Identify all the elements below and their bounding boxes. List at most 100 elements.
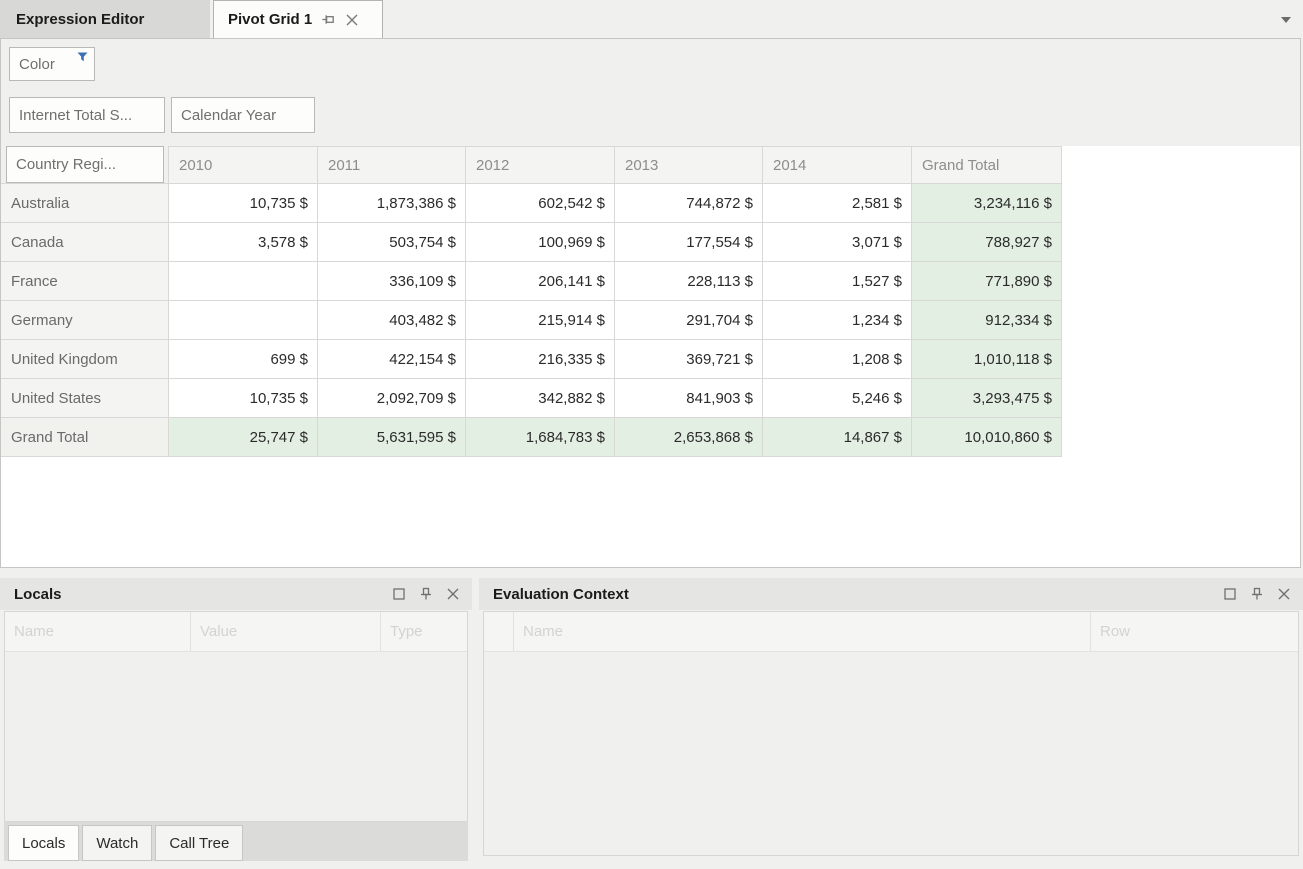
pivot-data-cell[interactable]: 228,113 $ <box>615 262 763 301</box>
tab-label: Expression Editor <box>16 11 144 28</box>
tab-call-tree[interactable]: Call Tree <box>155 825 243 861</box>
pivot-data-cell[interactable]: 100,969 $ <box>466 223 615 262</box>
pivot-row-header[interactable]: United Kingdom <box>1 340 169 379</box>
evaluation-context-panel: Evaluation Context Name Row <box>479 578 1303 860</box>
pivot-data-cell[interactable]: 1,873,386 $ <box>318 184 466 223</box>
pivot-table: Country Regi...20102011201220132014Grand… <box>1 146 1062 457</box>
pivot-data-cell[interactable]: 1,527 $ <box>763 262 912 301</box>
locals-grid: Name Value Type <box>4 611 468 822</box>
pivot-data-cell[interactable]: 336,109 $ <box>318 262 466 301</box>
maximize-icon[interactable] <box>1223 587 1237 601</box>
pivot-data-cell[interactable]: 912,334 $ <box>912 301 1062 340</box>
column-header-name[interactable]: Name <box>514 612 1091 651</box>
tab-expression-editor[interactable]: Expression Editor <box>0 0 210 38</box>
evaluation-context-grid-header: Name Row <box>484 612 1298 652</box>
column-field-button-calendar-year[interactable]: Calendar Year <box>171 97 315 133</box>
pivot-data-cell[interactable] <box>169 262 318 301</box>
row-field-button-country-region[interactable]: Country Regi... <box>6 146 164 183</box>
close-icon[interactable] <box>446 587 460 601</box>
tab-locals[interactable]: Locals <box>8 825 79 861</box>
pivot-data-cell[interactable]: 216,335 $ <box>466 340 615 379</box>
evaluation-context-grid: Name Row <box>483 611 1299 856</box>
pivot-data-cell[interactable]: 206,141 $ <box>466 262 615 301</box>
column-header-value[interactable]: Value <box>191 612 381 651</box>
pin-icon[interactable] <box>321 12 336 27</box>
evaluation-context-titlebar: Evaluation Context <box>479 578 1303 610</box>
pivot-column-header[interactable]: Grand Total <box>912 146 1062 184</box>
pivot-column-header[interactable]: 2011 <box>318 146 466 184</box>
field-label: Internet Total S... <box>19 107 132 124</box>
close-icon[interactable] <box>345 13 359 27</box>
tab-overflow-dropdown-icon[interactable] <box>1281 17 1291 23</box>
pivot-data-cell[interactable]: 10,735 $ <box>169 379 318 418</box>
pivot-data-cell[interactable]: 3,293,475 $ <box>912 379 1062 418</box>
pivot-data-cell[interactable]: 291,704 $ <box>615 301 763 340</box>
pivot-data-cell[interactable]: 3,234,116 $ <box>912 184 1062 223</box>
pivot-data-cell[interactable]: 503,754 $ <box>318 223 466 262</box>
locals-titlebar: Locals <box>0 578 472 610</box>
pivot-data-cell[interactable]: 1,234 $ <box>763 301 912 340</box>
field-label: Color <box>19 56 55 73</box>
pivot-data-cell[interactable]: 744,872 $ <box>615 184 763 223</box>
close-icon[interactable] <box>1277 587 1291 601</box>
pivot-column-header[interactable]: 2012 <box>466 146 615 184</box>
tab-label: Pivot Grid 1 <box>228 11 312 28</box>
pivot-data-cell[interactable]: 771,890 $ <box>912 262 1062 301</box>
pivot-data-cell[interactable]: 14,867 $ <box>763 418 912 457</box>
data-field-button-internet-total-sales[interactable]: Internet Total S... <box>9 97 165 133</box>
pivot-data-cell[interactable]: 1,208 $ <box>763 340 912 379</box>
column-header-type[interactable]: Type <box>381 612 467 651</box>
column-header-indicator <box>484 612 514 651</box>
pivot-data-cell[interactable]: 25,747 $ <box>169 418 318 457</box>
pivot-data-cell[interactable]: 422,154 $ <box>318 340 466 379</box>
pivot-column-header[interactable]: 2014 <box>763 146 912 184</box>
pin-icon[interactable] <box>1250 587 1264 601</box>
pivot-data-cell[interactable]: 10,735 $ <box>169 184 318 223</box>
filter-funnel-icon[interactable] <box>77 52 88 62</box>
document-tabbar: Expression Editor Pivot Grid 1 <box>0 0 1303 38</box>
pivot-data-cell[interactable]: 1,684,783 $ <box>466 418 615 457</box>
pivot-data-cell[interactable]: 2,653,868 $ <box>615 418 763 457</box>
maximize-icon[interactable] <box>392 587 406 601</box>
pivot-row-header[interactable]: Canada <box>1 223 169 262</box>
column-header-name[interactable]: Name <box>5 612 191 651</box>
locals-panel: Locals Name Value Type <box>0 578 472 861</box>
filter-field-button-color[interactable]: Color <box>9 47 95 81</box>
pivot-data-cell[interactable]: 342,882 $ <box>466 379 615 418</box>
pivot-data-cell[interactable]: 215,914 $ <box>466 301 615 340</box>
pivot-corner-cell: Country Regi... <box>1 146 169 184</box>
pivot-data-cell[interactable]: 3,071 $ <box>763 223 912 262</box>
tab-pivot-grid-1[interactable]: Pivot Grid 1 <box>213 0 383 38</box>
panel-title: Locals <box>14 586 62 603</box>
locals-grid-header: Name Value Type <box>5 612 467 652</box>
pivot-row-header[interactable]: Australia <box>1 184 169 223</box>
locals-panel-tabs: Locals Watch Call Tree <box>4 822 468 861</box>
pivot-data-cell[interactable]: 602,542 $ <box>466 184 615 223</box>
pivot-data-cell[interactable]: 369,721 $ <box>615 340 763 379</box>
pivot-header-area: Color Internet Total S... Calendar Year <box>1 39 1300 146</box>
pivot-row-header[interactable]: Grand Total <box>1 418 169 457</box>
column-header-row[interactable]: Row <box>1091 612 1298 651</box>
pivot-data-cell[interactable]: 1,010,118 $ <box>912 340 1062 379</box>
pivot-row-header[interactable]: United States <box>1 379 169 418</box>
pivot-grid-panel: Color Internet Total S... Calendar Year … <box>0 38 1301 568</box>
pivot-row-header[interactable]: Germany <box>1 301 169 340</box>
panel-title: Evaluation Context <box>493 586 629 603</box>
pin-icon[interactable] <box>419 587 433 601</box>
pivot-data-cell[interactable]: 2,092,709 $ <box>318 379 466 418</box>
pivot-column-header[interactable]: 2010 <box>169 146 318 184</box>
pivot-row-header[interactable]: France <box>1 262 169 301</box>
tab-watch[interactable]: Watch <box>82 825 152 861</box>
pivot-data-cell[interactable]: 10,010,860 $ <box>912 418 1062 457</box>
pivot-data-cell[interactable]: 5,631,595 $ <box>318 418 466 457</box>
pivot-data-cell[interactable]: 2,581 $ <box>763 184 912 223</box>
pivot-data-cell[interactable]: 699 $ <box>169 340 318 379</box>
pivot-data-cell[interactable]: 788,927 $ <box>912 223 1062 262</box>
pivot-data-cell[interactable]: 403,482 $ <box>318 301 466 340</box>
pivot-data-cell[interactable] <box>169 301 318 340</box>
pivot-data-cell[interactable]: 841,903 $ <box>615 379 763 418</box>
pivot-data-cell[interactable]: 177,554 $ <box>615 223 763 262</box>
pivot-data-cell[interactable]: 5,246 $ <box>763 379 912 418</box>
pivot-column-header[interactable]: 2013 <box>615 146 763 184</box>
pivot-data-cell[interactable]: 3,578 $ <box>169 223 318 262</box>
